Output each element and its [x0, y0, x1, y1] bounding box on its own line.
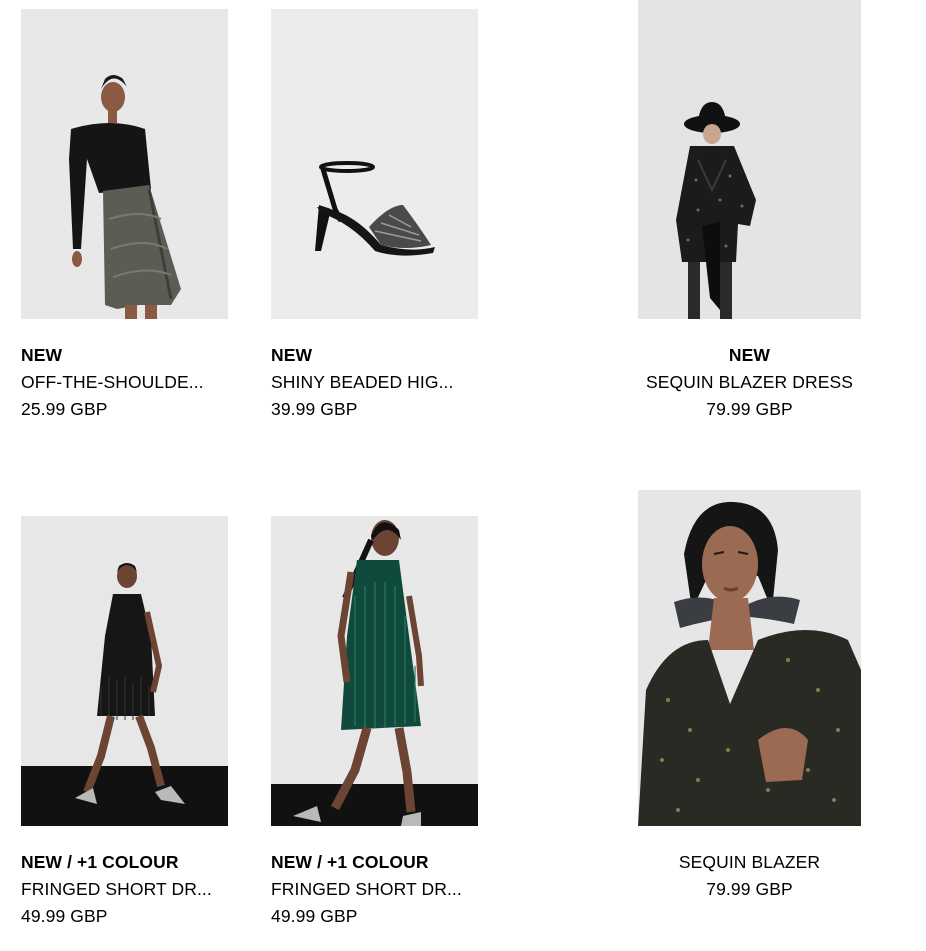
- product-info: NEW SHINY BEADED HIG... 39.99 GBP: [271, 342, 453, 423]
- product-image-link[interactable]: [21, 9, 228, 319]
- product-image-link[interactable]: [271, 516, 478, 826]
- product-info: NEW / +1 COLOUR FRINGED SHORT DR... 49.9…: [271, 849, 462, 930]
- product-price: 49.99 GBP: [271, 906, 358, 926]
- product-tag: NEW / +1 COLOUR: [271, 852, 429, 872]
- product-price: 39.99 GBP: [271, 399, 358, 419]
- product-image-link[interactable]: [271, 9, 478, 319]
- product-price: 25.99 GBP: [21, 399, 108, 419]
- product-photo-icon: [271, 516, 478, 826]
- product-name-link[interactable]: SHINY BEADED HIG...: [271, 369, 453, 396]
- product-photo-icon: [638, 490, 861, 826]
- product-name-link[interactable]: FRINGED SHORT DR...: [21, 876, 212, 903]
- product-info: NEW OFF-THE-SHOULDE... 25.99 GBP: [21, 342, 204, 423]
- product-tag: NEW: [271, 345, 313, 365]
- product-name-link[interactable]: FRINGED SHORT DR...: [271, 876, 462, 903]
- product-tag: NEW / +1 COLOUR: [21, 852, 179, 872]
- product-name-link[interactable]: OFF-THE-SHOULDE...: [21, 369, 204, 396]
- product-name-link[interactable]: SEQUIN BLAZER: [638, 849, 861, 876]
- product-name-link[interactable]: SEQUIN BLAZER DRESS: [638, 369, 861, 396]
- product-tag: NEW: [728, 345, 771, 365]
- product-price: 49.99 GBP: [21, 906, 108, 926]
- product-image-link[interactable]: [638, 0, 861, 319]
- product-info: NEW / +1 COLOUR FRINGED SHORT DR... 49.9…: [21, 849, 212, 930]
- product-image-link[interactable]: [21, 516, 228, 826]
- product-info: NEW SEQUIN BLAZER DRESS 79.99 GBP: [638, 342, 861, 423]
- product-info: SEQUIN BLAZER 79.99 GBP: [638, 849, 861, 903]
- product-tag: NEW: [21, 345, 63, 365]
- product-price: 79.99 GBP: [706, 399, 793, 419]
- product-price: 79.99 GBP: [706, 879, 793, 899]
- product-photo-icon: [21, 9, 228, 319]
- product-photo-icon: [638, 0, 861, 319]
- product-photo-icon: [21, 516, 228, 826]
- product-image-link[interactable]: [638, 490, 861, 826]
- product-photo-icon: [271, 9, 478, 319]
